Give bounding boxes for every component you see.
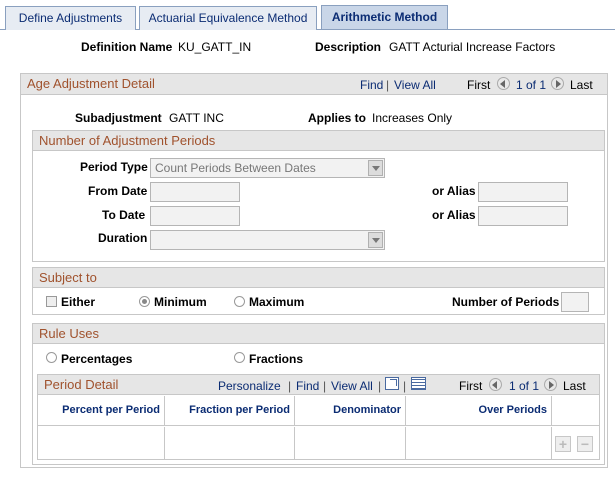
to-date-label: To Date <box>102 208 146 222</box>
tab-label: Define Adjustments <box>18 11 123 25</box>
number-of-periods-field[interactable] <box>561 292 589 312</box>
from-alias-field[interactable] <box>478 182 568 202</box>
definition-name-value: KU_GATT_IN <box>178 40 252 54</box>
to-alias-label: or Alias <box>432 208 476 222</box>
age-adjustment-title: Age Adjustment Detail <box>27 76 155 91</box>
new-window-arrow <box>390 379 397 386</box>
duration-select[interactable] <box>150 230 385 250</box>
maximum-radio[interactable] <box>234 296 245 307</box>
percentages-radio[interactable] <box>46 352 57 363</box>
maximum-label: Maximum <box>249 295 305 309</box>
description-value: GATT Acturial Increase Factors <box>389 40 556 54</box>
age-adjustment-header: Age Adjustment Detail Find | View All Fi… <box>21 74 607 95</box>
subject-to-box: Subject to Either Minimum Maximum Number… <box>32 267 605 315</box>
new-window-icon[interactable] <box>385 377 399 390</box>
rule-uses-box: Rule Uses Percentages Fractions Period D… <box>32 323 605 465</box>
table-row: + − <box>38 427 599 459</box>
period-type-label: Period Type <box>80 160 148 174</box>
adjustment-periods-box: Number of Adjustment Periods Period Type… <box>32 130 605 262</box>
subject-to-header: Subject to <box>33 268 604 288</box>
find-link[interactable]: Find <box>296 379 319 393</box>
period-type-value: Count Periods Between Dates <box>155 161 316 175</box>
tab-label: Actuarial Equivalence Method <box>148 11 308 25</box>
applies-to-label: Applies to <box>308 111 367 125</box>
previous-arrow-icon[interactable] <box>489 378 502 391</box>
view-all-link[interactable]: View All <box>331 379 373 393</box>
period-detail-header: Period Detail Personalize | Find | View … <box>38 375 599 395</box>
either-label: Either <box>61 295 96 309</box>
chevron-down-icon <box>368 232 383 248</box>
to-alias-field[interactable] <box>478 206 568 226</box>
column-header[interactable]: Fraction per Period <box>165 396 295 426</box>
separator: | <box>378 379 382 393</box>
percentages-label: Percentages <box>61 352 133 366</box>
rule-uses-header: Rule Uses <box>33 324 604 344</box>
find-link[interactable]: Find <box>360 78 383 92</box>
column-header[interactable]: Over Periods <box>406 396 552 426</box>
first-label: First <box>467 78 491 92</box>
last-label: Last <box>570 78 593 92</box>
grid-header-row: Percent per Period Fraction per Period D… <box>38 396 599 426</box>
separator: | <box>288 379 292 393</box>
minimum-label: Minimum <box>154 295 207 309</box>
chevron-down-icon <box>368 160 383 176</box>
next-arrow-icon[interactable] <box>544 378 557 391</box>
number-of-periods-label: Number of Periods <box>452 295 560 309</box>
either-checkbox[interactable] <box>46 296 57 307</box>
subadjustment-value: GATT INC <box>169 111 224 125</box>
row-count: 1 of 1 <box>509 379 540 393</box>
download-grid-icon[interactable] <box>411 377 426 390</box>
row-count: 1 of 1 <box>516 78 547 92</box>
duration-label: Duration <box>98 231 148 245</box>
previous-arrow-icon[interactable] <box>497 77 510 90</box>
view-all-link[interactable]: View All <box>394 78 436 92</box>
age-adjustment-detail-box: Age Adjustment Detail Find | View All Fi… <box>20 73 608 468</box>
table-cell[interactable] <box>165 427 295 459</box>
period-detail-grid: Period Detail Personalize | Find | View … <box>37 374 600 460</box>
rule-uses-title: Rule Uses <box>39 326 99 341</box>
personalize-link[interactable]: Personalize <box>218 379 281 393</box>
column-header[interactable]: Denominator <box>295 396 406 426</box>
table-cell[interactable] <box>406 427 552 459</box>
next-arrow-icon[interactable] <box>551 77 564 90</box>
minimum-radio[interactable] <box>139 296 150 307</box>
tab-label: Arithmetic Method <box>331 10 438 24</box>
separator: | <box>403 379 407 393</box>
add-row-button[interactable]: + <box>555 436 571 452</box>
tab-define-adjustments[interactable]: Define Adjustments <box>5 6 136 30</box>
tab-arithmetic-method[interactable]: Arithmetic Method <box>321 5 448 29</box>
period-detail-title: Period Detail <box>44 377 119 392</box>
period-type-select[interactable]: Count Periods Between Dates <box>150 158 385 178</box>
adjustment-periods-title: Number of Adjustment Periods <box>39 133 216 148</box>
tab-actuarial-equivalence-method[interactable]: Actuarial Equivalence Method <box>139 6 317 30</box>
from-date-field[interactable] <box>150 182 240 202</box>
description-label: Description <box>315 40 382 54</box>
separator: | <box>386 78 390 92</box>
definition-name-label: Definition Name <box>81 40 173 54</box>
fractions-radio[interactable] <box>234 352 245 363</box>
delete-row-button[interactable]: − <box>577 436 593 452</box>
from-alias-label: or Alias <box>432 184 476 198</box>
from-date-label: From Date <box>88 184 148 198</box>
subadjustment-label: Subadjustment <box>75 111 162 125</box>
table-cell[interactable] <box>38 427 165 459</box>
column-header[interactable]: Percent per Period <box>38 396 165 426</box>
subject-to-title: Subject to <box>39 270 97 285</box>
adjustment-periods-header: Number of Adjustment Periods <box>33 131 604 151</box>
fractions-label: Fractions <box>249 352 304 366</box>
first-label: First <box>459 379 483 393</box>
last-label: Last <box>563 379 586 393</box>
separator: | <box>323 379 327 393</box>
table-cell[interactable] <box>295 427 406 459</box>
applies-to-value: Increases Only <box>372 111 453 125</box>
to-date-field[interactable] <box>150 206 240 226</box>
